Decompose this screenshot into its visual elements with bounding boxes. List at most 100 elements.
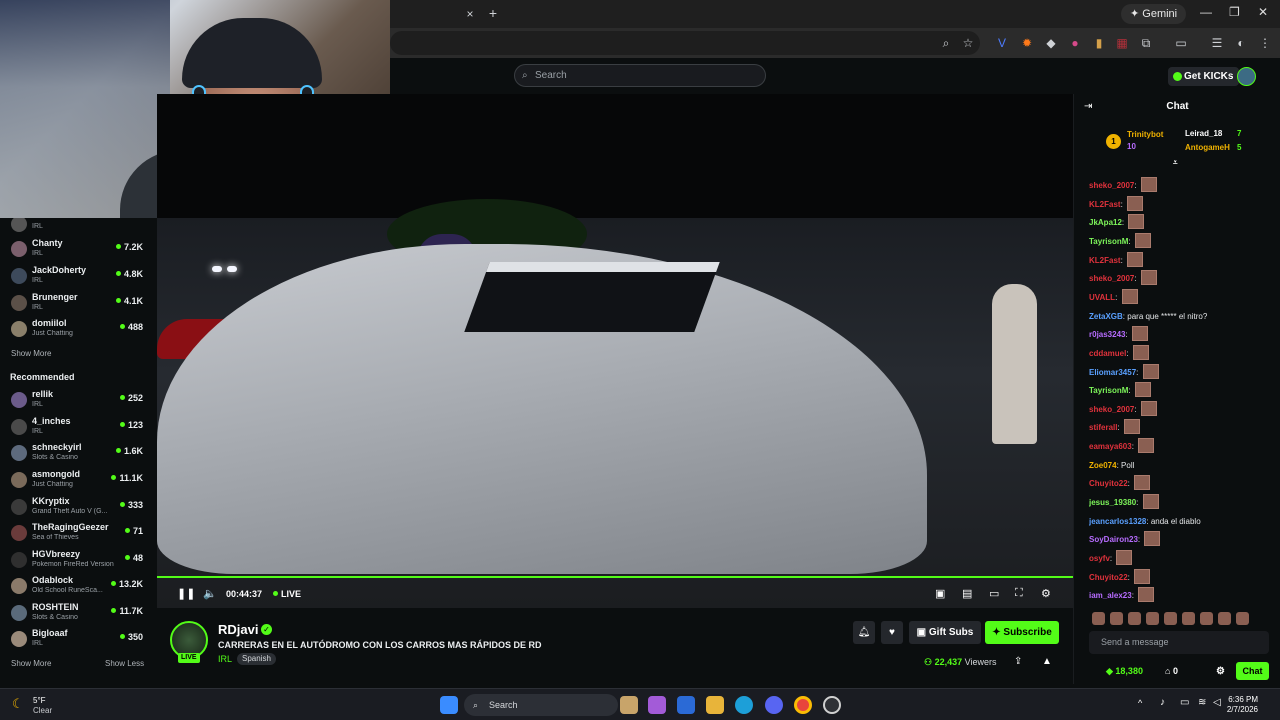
chat-settings-icon[interactable]: ⚙: [1216, 666, 1225, 677]
subscribe-button[interactable]: ✦ Subscribe: [985, 621, 1059, 644]
scroll-down-icon[interactable]: ⩡: [1173, 158, 1178, 168]
show-more-button[interactable]: Show More: [11, 659, 51, 668]
chat-username[interactable]: Chuyito22: [1089, 573, 1128, 582]
extensions-puzzle-icon[interactable]: ⧉: [1138, 35, 1154, 51]
gift-subs-button[interactable]: ▣ Gift Subs: [909, 621, 981, 644]
volume-icon[interactable]: ◁: [1213, 697, 1221, 708]
chat-username[interactable]: KL2Fast: [1089, 256, 1121, 265]
chat-username[interactable]: cddamuel: [1089, 349, 1126, 358]
video-progress-bar[interactable]: [157, 576, 1073, 578]
fullscreen-icon[interactable]: ⛶: [1015, 587, 1023, 600]
chat-username[interactable]: osyfv: [1089, 554, 1110, 563]
user-avatar[interactable]: [1237, 67, 1256, 86]
chat-username[interactable]: sheko_2007: [1089, 181, 1134, 190]
sidebar-channel[interactable]: TheRagingGeezer Sea of Thieves 71: [0, 520, 157, 546]
sidebar-channel[interactable]: 4_inches IRL 123: [0, 414, 157, 440]
new-tab-icon[interactable]: +: [485, 5, 501, 21]
zoom-icon[interactable]: ⌕: [938, 35, 954, 51]
leaderboard-second-name[interactable]: Leirad_18: [1185, 129, 1222, 138]
sidebar-channel[interactable]: JackDoherty IRL 4.8K: [0, 263, 157, 289]
sidebar-channel[interactable]: Odablock Old School RuneSca... 13.2K: [0, 573, 157, 599]
sidebar-channel[interactable]: Bigloaaf IRL 350: [0, 626, 157, 652]
chat-username[interactable]: KL2Fast: [1089, 200, 1121, 209]
show-less-button[interactable]: Show Less: [105, 659, 144, 668]
kick-points[interactable]: ◆ 18,380: [1106, 666, 1143, 677]
chat-username[interactable]: iam_alex23: [1089, 591, 1132, 600]
sidebar-channel[interactable]: schneckyirl Slots & Casino 1.6K: [0, 440, 157, 466]
chat-username[interactable]: jesus_19380: [1089, 498, 1136, 507]
sidebar-channel[interactable]: HGVbreezy Pokemon FireRed Version 48: [0, 547, 157, 573]
extension-icon[interactable]: ▦: [1114, 35, 1130, 51]
edge-browser-icon[interactable]: [735, 696, 753, 714]
search-input[interactable]: ⌕ Search: [514, 64, 766, 87]
chat-username[interactable]: sheko_2007: [1089, 274, 1134, 283]
extension-icon[interactable]: ◆: [1043, 35, 1059, 51]
address-bar[interactable]: [390, 31, 980, 55]
report-icon[interactable]: ▲: [1042, 656, 1052, 667]
sidebar-channel[interactable]: KKryptix Grand Theft Auto V (G... 333: [0, 494, 157, 520]
emote-icon[interactable]: [1146, 612, 1159, 625]
sidebar-channel[interactable]: Chanty IRL 7.2K: [0, 236, 157, 262]
show-more-button[interactable]: Show More: [11, 349, 51, 358]
reading-list-icon[interactable]: ☰: [1209, 35, 1225, 51]
channel-points[interactable]: ⌂ 0: [1165, 666, 1178, 676]
tray-icon[interactable]: ▭: [1180, 697, 1189, 708]
chat-username[interactable]: SoyDairon23: [1089, 535, 1138, 544]
chat-username[interactable]: Zoe074: [1089, 461, 1117, 470]
chrome-icon[interactable]: [794, 696, 812, 714]
sidebar-channel[interactable]: domiilol Just Chatting 488: [0, 316, 157, 342]
theater-mode-icon[interactable]: ▭: [989, 587, 999, 600]
sidebar-channel-partial[interactable]: IRL: [0, 216, 157, 234]
minimize-icon[interactable]: —: [1200, 5, 1212, 19]
taskbar-search[interactable]: ⌕ Search: [464, 694, 618, 716]
chat-username[interactable]: TayrisonM: [1089, 237, 1128, 246]
extension-icon[interactable]: ✹: [1019, 35, 1035, 51]
emote-icon[interactable]: [1164, 612, 1177, 625]
emote-icon[interactable]: [1218, 612, 1231, 625]
chat-username[interactable]: sheko_2007: [1089, 405, 1134, 414]
leaderboard-first-name[interactable]: Trinitybot: [1127, 130, 1163, 139]
emote-icon[interactable]: [1236, 612, 1249, 625]
emote-icon[interactable]: [1128, 612, 1141, 625]
channel-name[interactable]: RDjavi: [218, 622, 258, 637]
close-tab-icon[interactable]: ×: [462, 6, 478, 22]
app-icon[interactable]: [823, 696, 841, 714]
get-kicks-button[interactable]: Get KICKs: [1168, 67, 1240, 86]
extension-icon[interactable]: V: [994, 35, 1010, 51]
emote-icon[interactable]: [1092, 612, 1105, 625]
chat-username[interactable]: ZetaXGB: [1089, 312, 1123, 321]
tray-chevron-icon[interactable]: ^: [1138, 698, 1142, 708]
microphone-icon[interactable]: ♪: [1160, 697, 1165, 708]
gemini-button[interactable]: ✦ Gemini: [1121, 4, 1187, 24]
chat-username[interactable]: TayrisonM: [1089, 386, 1128, 395]
windows-start-icon[interactable]: [440, 696, 458, 714]
discord-icon[interactable]: [765, 696, 783, 714]
follow-heart-button[interactable]: ♥: [881, 621, 903, 644]
leaderboard-third-name[interactable]: AntogameH: [1185, 143, 1230, 152]
mail-icon[interactable]: [677, 696, 695, 714]
sidebar-channel[interactable]: asmongold Just Chatting 11.1K: [0, 467, 157, 493]
maximize-icon[interactable]: ❐: [1229, 5, 1240, 19]
chat-username[interactable]: UVALL: [1089, 293, 1115, 302]
mini-player-icon[interactable]: ▣: [935, 587, 945, 600]
system-clock[interactable]: 6:36 PM 2/7/2026: [1227, 695, 1258, 715]
profile-icon[interactable]: ◐: [1233, 35, 1249, 51]
chat-username[interactable]: r0jas3243: [1089, 330, 1125, 339]
language-tag[interactable]: Spanish: [237, 653, 276, 665]
cast-icon[interactable]: ▭: [1173, 35, 1189, 51]
wifi-icon[interactable]: ≋: [1198, 697, 1206, 708]
settings-gear-icon[interactable]: ⚙: [1041, 587, 1051, 600]
emote-icon[interactable]: [1110, 612, 1123, 625]
sidebar-channel[interactable]: rellik IRL 252: [0, 387, 157, 413]
emote-icon[interactable]: [1200, 612, 1213, 625]
clip-icon[interactable]: ▤: [962, 587, 972, 600]
copilot-icon[interactable]: [648, 696, 666, 714]
share-icon[interactable]: ⇪: [1014, 656, 1022, 667]
extension-icon[interactable]: ▮: [1091, 35, 1107, 51]
chat-username[interactable]: stiferall: [1089, 423, 1117, 432]
chat-username[interactable]: jeancarlos1328: [1089, 517, 1146, 526]
file-explorer-icon[interactable]: [706, 696, 724, 714]
sidebar-channel[interactable]: Brunenger IRL 4.1K: [0, 290, 157, 316]
close-window-icon[interactable]: ✕: [1258, 5, 1268, 19]
menu-icon[interactable]: ⋮: [1257, 35, 1273, 51]
